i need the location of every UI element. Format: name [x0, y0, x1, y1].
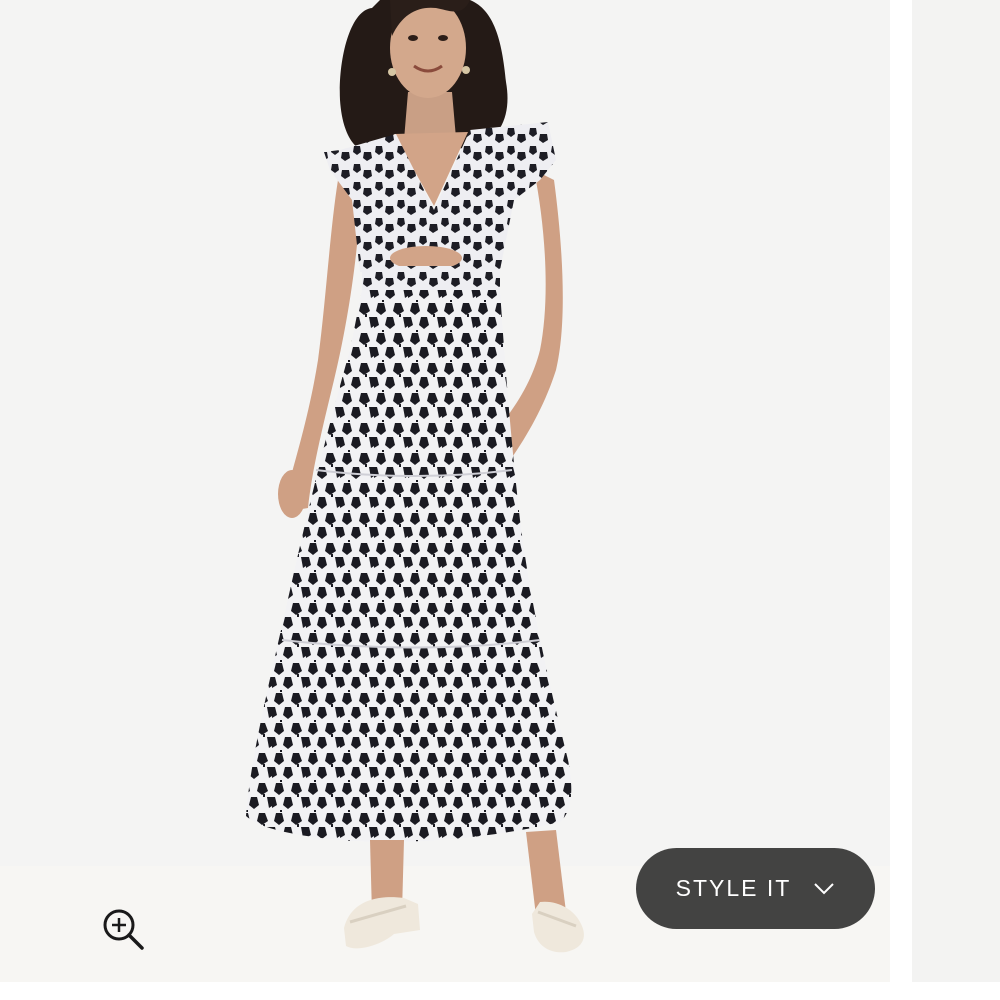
model-wearing-dress-image: [246, 0, 584, 953]
chevron-down-icon: [814, 882, 835, 894]
style-it-label: STYLE IT: [675, 875, 792, 901]
next-product-photo-peek[interactable]: [912, 0, 1000, 982]
product-image-viewer: STYLE IT: [0, 0, 1000, 1000]
style-it-button[interactable]: STYLE IT: [636, 848, 875, 929]
product-photo[interactable]: [0, 0, 890, 982]
zoom-in-icon: [103, 909, 144, 950]
zoom-button[interactable]: [100, 906, 146, 952]
